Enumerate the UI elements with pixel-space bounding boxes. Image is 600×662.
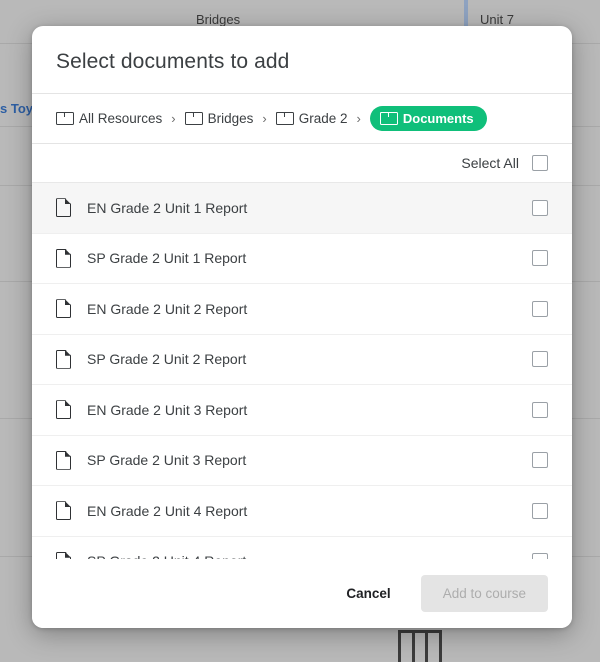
document-icon <box>56 198 71 217</box>
chevron-right-icon: › <box>171 111 176 126</box>
dialog-title: Select documents to add <box>56 50 290 73</box>
document-checkbox[interactable] <box>532 401 548 418</box>
document-name: EN Grade 2 Unit 2 Report <box>87 300 248 317</box>
document-row[interactable]: EN Grade 2 Unit 4 Report <box>32 486 572 537</box>
document-checkbox[interactable] <box>532 300 548 317</box>
breadcrumb-item-bridges[interactable]: Bridges <box>184 111 254 126</box>
backdrop-label: s Toy <box>0 101 33 116</box>
document-name: EN Grade 2 Unit 1 Report <box>87 199 248 216</box>
select-all-label: Select All <box>461 155 519 171</box>
document-checkbox[interactable] <box>532 199 548 216</box>
document-icon <box>56 299 71 318</box>
breadcrumb: All Resources › Bridges › Grade 2 › Docu… <box>32 94 572 143</box>
breadcrumb-item-label: Bridges <box>207 111 254 126</box>
backdrop-label: Bridges <box>196 12 241 27</box>
cancel-button[interactable]: Cancel <box>340 577 396 610</box>
document-checkbox[interactable] <box>532 452 548 469</box>
document-checkbox[interactable] <box>532 351 548 368</box>
document-name: SP Grade 2 Unit 2 Report <box>87 351 247 368</box>
document-icon <box>56 249 71 268</box>
document-checkbox[interactable] <box>532 502 548 519</box>
document-row[interactable]: SP Grade 2 Unit 1 Report <box>32 234 572 284</box>
document-list[interactable]: EN Grade 2 Unit 1 Report SP Grade 2 Unit … <box>32 182 572 559</box>
document-icon <box>56 501 71 520</box>
breadcrumb-item-documents[interactable]: Documents <box>369 106 487 131</box>
document-row[interactable]: SP Grade 2 Unit 2 Report <box>32 335 572 385</box>
document-icon <box>56 451 71 470</box>
document-name: EN Grade 2 Unit 3 Report <box>87 401 248 418</box>
document-row[interactable]: SP Grade 2 Unit 4 Report <box>32 537 572 559</box>
document-name: SP Grade 2 Unit 1 Report <box>87 250 247 267</box>
add-to-course-button[interactable]: Add to course <box>420 575 548 612</box>
breadcrumb-item-label: Grade 2 <box>298 111 348 126</box>
folder-icon <box>275 112 294 125</box>
breadcrumb-item-all-resources[interactable]: All Resources <box>56 111 162 126</box>
breadcrumb-item-label: Documents <box>402 111 474 126</box>
chevron-right-icon: › <box>356 111 361 126</box>
document-row[interactable]: SP Grade 2 Unit 3 Report <box>32 436 572 486</box>
select-documents-dialog: Select documents to add All Resources › … <box>32 26 572 628</box>
document-name: SP Grade 2 Unit 3 Report <box>87 452 247 469</box>
document-icon <box>56 400 71 419</box>
document-name: EN Grade 2 Unit 4 Report <box>87 502 248 519</box>
select-all-checkbox[interactable] <box>532 155 548 171</box>
breadcrumb-item-grade-2[interactable]: Grade 2 <box>275 111 348 126</box>
document-icon <box>56 350 71 369</box>
document-checkbox[interactable] <box>532 250 548 267</box>
dialog-footer: Cancel Add to course <box>32 559 572 628</box>
folder-icon <box>56 112 74 125</box>
columns-grid-icon <box>398 630 442 662</box>
folder-icon <box>379 112 398 125</box>
document-icon <box>56 552 71 559</box>
backdrop-label: Unit 7 <box>480 12 514 27</box>
document-row[interactable]: EN Grade 2 Unit 1 Report <box>32 183 572 234</box>
document-row[interactable]: EN Grade 2 Unit 2 Report <box>32 284 572 335</box>
breadcrumb-item-label: All Resources <box>79 111 163 126</box>
folder-icon <box>184 112 203 125</box>
chevron-right-icon: › <box>262 111 267 126</box>
document-row[interactable]: EN Grade 2 Unit 3 Report <box>32 385 572 436</box>
select-all-row: Select All <box>32 144 572 182</box>
